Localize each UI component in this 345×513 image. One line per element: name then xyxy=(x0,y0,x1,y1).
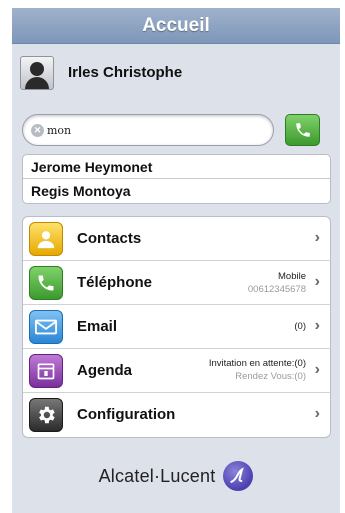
email-count-text: (0) xyxy=(294,321,306,332)
calendar-icon xyxy=(29,354,63,388)
chevron-right-icon: › xyxy=(314,317,320,334)
menu-item-agenda[interactable]: Agenda Invitation en attente:(0) Rendez … xyxy=(23,349,330,393)
header-bar: Accueil xyxy=(12,8,340,44)
search-field[interactable]: ✕ xyxy=(22,114,274,146)
page-title: Accueil xyxy=(142,14,210,36)
email-icon xyxy=(29,310,63,344)
menu-label: Configuration xyxy=(77,406,176,423)
app-frame: Accueil Irles Christophe ✕ Jerome Heymon… xyxy=(12,8,340,513)
search-input[interactable] xyxy=(47,120,247,140)
email-count: (0) xyxy=(294,320,306,333)
phone-number: 00612345678 xyxy=(247,284,306,295)
menu-label: Téléphone xyxy=(77,274,153,291)
list-item[interactable]: Jerome Heymonet xyxy=(23,155,330,179)
list-item[interactable]: Regis Montoya xyxy=(23,179,330,203)
search-results-list: Jerome Heymonet Regis Montoya xyxy=(22,154,331,204)
menu-label: Agenda xyxy=(77,362,133,379)
phone-icon xyxy=(29,266,63,300)
chevron-right-icon: › xyxy=(314,273,320,290)
gear-icon xyxy=(29,398,63,432)
brand-name: Alcatel·Lucent xyxy=(98,465,216,486)
menu-label: Contacts xyxy=(77,230,142,247)
agenda-appointments: Rendez Vous:(0) xyxy=(235,371,306,382)
result-name: Jerome Heymonet xyxy=(31,158,153,175)
call-button[interactable] xyxy=(285,114,320,146)
menu-item-configuration[interactable]: Configuration › xyxy=(23,393,330,437)
agenda-info: Invitation en attente:(0) Rendez Vous:(0… xyxy=(209,357,306,383)
user-row[interactable]: Irles Christophe xyxy=(12,44,340,108)
chevron-right-icon: › xyxy=(314,361,320,378)
menu-item-contacts[interactable]: Contacts › xyxy=(23,217,330,261)
result-name: Regis Montoya xyxy=(31,183,131,199)
contacts-icon xyxy=(29,222,63,256)
chevron-right-icon: › xyxy=(314,229,320,246)
phone-icon xyxy=(295,123,310,137)
user-name: Irles Christophe xyxy=(68,64,183,81)
phone-type: Mobile xyxy=(278,271,306,282)
clear-icon[interactable]: ✕ xyxy=(31,123,44,137)
brand-footer: Alcatel·Lucent xyxy=(12,456,340,496)
main-menu: Contacts › Téléphone Mobile 00612345678 … xyxy=(22,216,331,438)
avatar xyxy=(20,56,54,90)
menu-item-telephone[interactable]: Téléphone Mobile 00612345678 › xyxy=(23,261,330,305)
phone-info: Mobile 00612345678 xyxy=(248,270,306,296)
menu-item-email[interactable]: Email (0) › xyxy=(23,305,330,349)
menu-label: Email xyxy=(77,318,118,335)
alcatel-lucent-logo-icon xyxy=(223,461,254,491)
agenda-invitations: Invitation en attente:(0) xyxy=(208,358,306,369)
chevron-right-icon: › xyxy=(314,405,320,422)
